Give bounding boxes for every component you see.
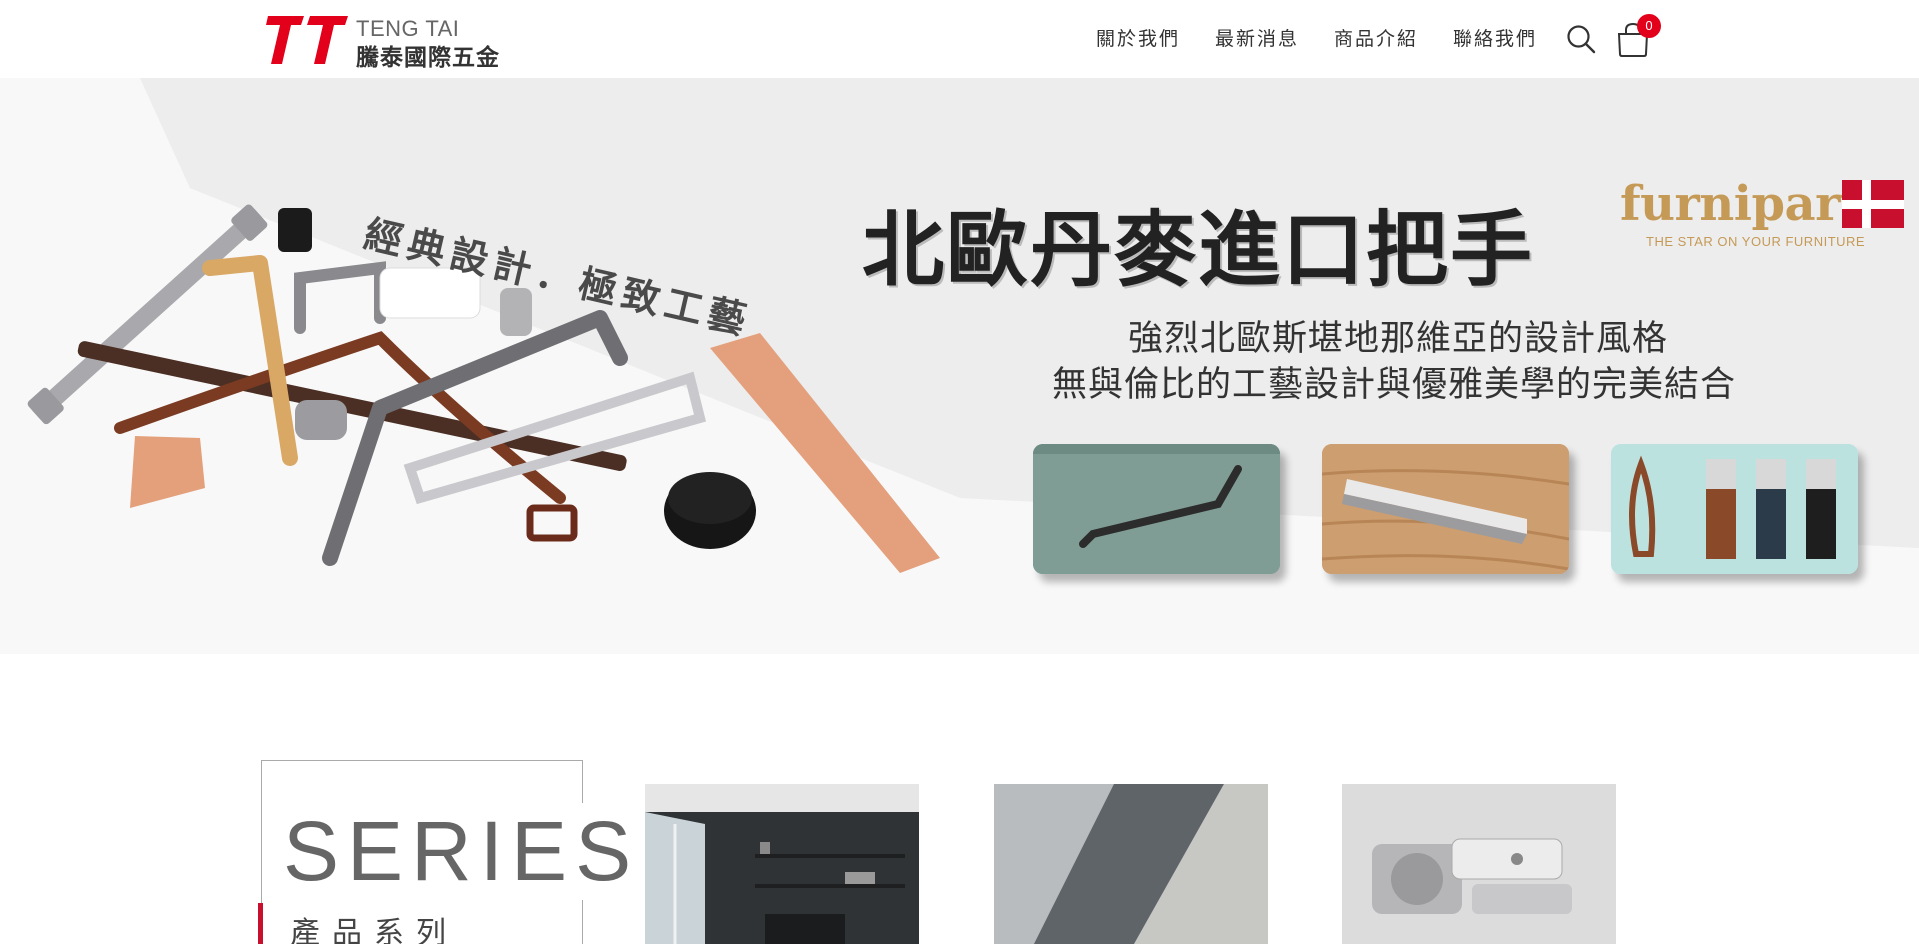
main-nav: 關於我們 最新消息 商品介紹 聯絡我們 bbox=[1096, 22, 1572, 52]
denmark-flag-icon bbox=[1842, 180, 1904, 228]
banner-description-line-1: 強烈北歐斯堪地那維亞的設計風格 bbox=[1128, 319, 1669, 359]
site-header: TENG TAI 騰泰國際五金 關於我們 最新消息 商品介紹 聯絡我們 0 bbox=[0, 0, 1919, 78]
banner-description-line-2: 無與倫比的工藝設計與優雅美學的完美結合 bbox=[1052, 365, 1737, 405]
nav-item-about[interactable]: 關於我們 bbox=[1096, 24, 1180, 51]
brand-name: furnipart bbox=[1620, 176, 1862, 232]
nav-item-contact[interactable]: 聯絡我們 bbox=[1453, 24, 1537, 51]
furnipart-logo: furnipart THE STAR ON YOUR FURNITURE bbox=[1620, 176, 1865, 249]
hero-banner[interactable]: 經典設計．極致工藝 北歐丹麥進口把手 furnipart THE STAR ON… bbox=[0, 78, 1919, 654]
cart-button[interactable]: 0 bbox=[1615, 14, 1661, 58]
tt-logo-mark bbox=[266, 16, 348, 64]
series-accent-bar bbox=[258, 903, 263, 944]
cart-count-badge: 0 bbox=[1637, 14, 1661, 38]
series-title-zh: 產品系列 bbox=[290, 916, 458, 944]
banner-title: 北歐丹麥進口把手 bbox=[862, 202, 1535, 298]
series-card-panels[interactable] bbox=[994, 784, 1268, 944]
brand-tagline: THE STAR ON YOUR FURNITURE bbox=[1646, 234, 1866, 249]
series-card-hinge[interactable] bbox=[1342, 784, 1616, 944]
series-card-interior[interactable] bbox=[645, 784, 919, 944]
banner-thumb-green-cabinet bbox=[1033, 444, 1280, 574]
nav-item-news[interactable]: 最新消息 bbox=[1215, 24, 1299, 51]
series-title-en: SERIES bbox=[283, 803, 646, 900]
banner-thumb-leather-pulls bbox=[1611, 444, 1858, 574]
search-icon[interactable] bbox=[1565, 23, 1597, 55]
nav-item-products[interactable]: 商品介紹 bbox=[1334, 24, 1418, 51]
logo-text-zh: 騰泰國際五金 bbox=[356, 45, 500, 71]
banner-thumb-wood-handle bbox=[1322, 444, 1569, 574]
site-logo[interactable]: TENG TAI 騰泰國際五金 bbox=[262, 14, 502, 71]
header-icons: 0 bbox=[1565, 14, 1661, 58]
